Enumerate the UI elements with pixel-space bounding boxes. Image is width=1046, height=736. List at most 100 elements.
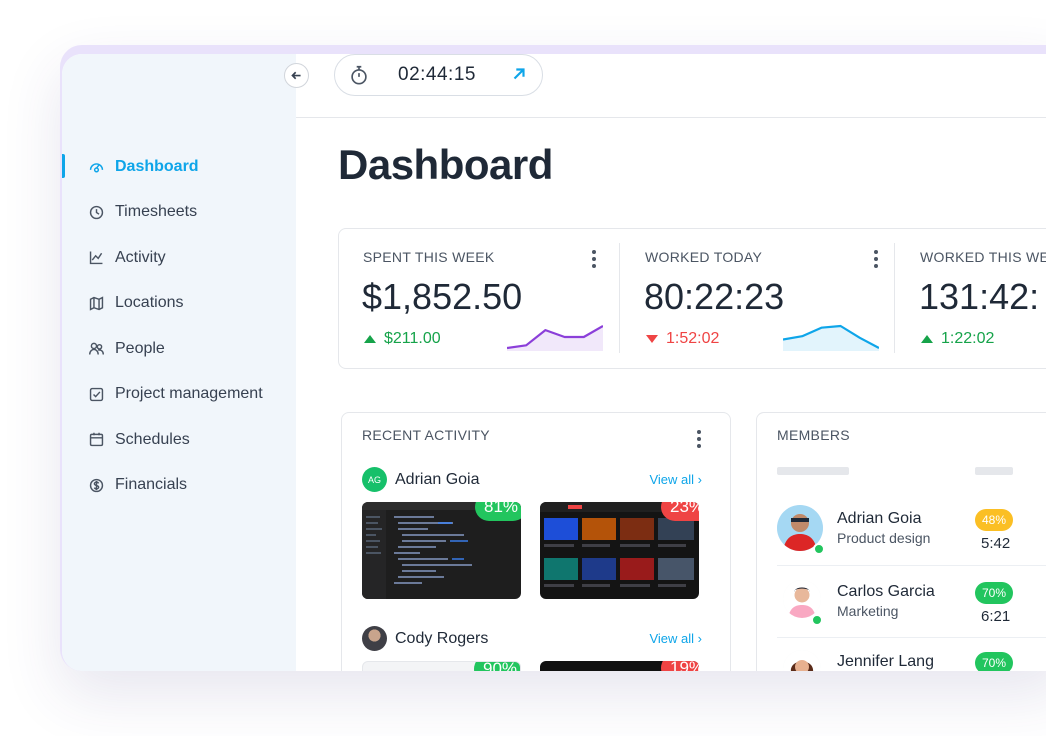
stopwatch-icon — [347, 63, 371, 87]
app-window-frame: Dashboard Timesheets Activity Locations … — [60, 45, 1046, 671]
sidebar-nav: Dashboard Timesheets Activity Locations … — [62, 144, 296, 508]
member-activity-badge: 70% — [975, 652, 1013, 671]
sidebar-item-label: Locations — [115, 294, 184, 312]
member-name: Carlos Garcia — [837, 583, 935, 600]
trend-up-icon — [364, 335, 376, 343]
sidebar-item-people[interactable]: People — [62, 326, 296, 372]
stat-label: WORKED TODAY — [645, 249, 763, 265]
activity-percent-badge: 23% — [661, 502, 699, 521]
stat-delta-value: 1:52:02 — [666, 330, 720, 347]
sidebar-item-timesheets[interactable]: Timesheets — [62, 190, 296, 236]
activity-user-row: Cody Rogers — [362, 626, 488, 651]
stat-value: 131:42: — [919, 276, 1040, 317]
stat-delta: $211.00 — [364, 330, 441, 348]
sidebar-item-locations[interactable]: Locations — [62, 281, 296, 327]
view-all-link[interactable]: View all › — [649, 472, 702, 487]
people-icon — [87, 340, 105, 358]
card-menu-button[interactable] — [692, 427, 706, 451]
activity-screenshot[interactable]: 90% — [362, 661, 521, 671]
member-row[interactable]: Adrian Goia Product design 48% 5:42 — [757, 492, 1046, 564]
checklist-icon — [87, 385, 105, 403]
column-header-placeholder — [777, 467, 849, 475]
trend-down-icon — [646, 335, 658, 343]
activity-screenshot[interactable]: 23% — [540, 502, 699, 599]
activity-percent-badge: 90% — [474, 662, 520, 671]
stat-worked-this-week: WORKED THIS WE 131:42: 1:22:02 — [896, 229, 1046, 368]
member-activity-badge: 70% — [975, 582, 1013, 604]
online-status-dot — [813, 543, 825, 555]
main-content: 02:44:15 Dashboard SPENT THIS WEEK $1,85… — [296, 54, 1046, 671]
sidebar-item-financials[interactable]: Financials — [62, 463, 296, 509]
sparkline-area — [507, 326, 603, 351]
card-title: MEMBERS — [777, 427, 850, 443]
sidebar-item-label: Schedules — [115, 430, 190, 448]
sidebar-item-activity[interactable]: Activity — [62, 235, 296, 281]
dollar-icon — [87, 476, 105, 494]
page-title: Dashboard — [338, 141, 553, 188]
sidebar-item-project-management[interactable]: Project management — [62, 372, 296, 418]
sidebar-item-label: Financials — [115, 476, 188, 494]
stat-spent-this-week: SPENT THIS WEEK $1,852.50 $211.00 — [339, 229, 615, 368]
sidebar-item-schedules[interactable]: Schedules — [62, 417, 296, 463]
stat-delta-value: 1:22:02 — [941, 330, 995, 347]
column-header-placeholder — [975, 467, 1013, 475]
stat-label: WORKED THIS WE — [920, 249, 1046, 265]
clock-icon — [87, 203, 105, 221]
collapse-sidebar-button[interactable] — [284, 63, 309, 88]
member-role: Product design — [837, 530, 931, 546]
dashboard-icon — [87, 158, 105, 176]
sidebar-item-label: Activity — [115, 248, 166, 266]
member-row[interactable]: Carlos Garcia Marketing 70% 6:21 — [757, 565, 1046, 637]
divider — [619, 243, 620, 353]
avatar — [783, 580, 821, 618]
user-name: Adrian Goia — [395, 470, 480, 488]
stat-worked-today: WORKED TODAY 80:22:23 1:52:02 — [621, 229, 897, 368]
avatar: AG — [362, 467, 387, 492]
sparkline-worked-today — [783, 324, 879, 351]
open-timer-icon[interactable] — [510, 65, 530, 85]
activity-screenshot[interactable]: 19% — [540, 661, 699, 671]
sidebar-item-label: People — [115, 339, 165, 357]
view-all-link[interactable]: View all › — [649, 631, 702, 646]
app-window: Dashboard Timesheets Activity Locations … — [62, 54, 1046, 671]
activity-screenshot[interactable]: 81% — [362, 502, 521, 599]
activity-percent-badge: 81% — [475, 502, 521, 521]
avatar — [783, 650, 821, 671]
member-row[interactable]: Jennifer Lang 70% — [757, 635, 1046, 671]
calendar-icon — [87, 431, 105, 449]
sidebar-item-label: Project management — [115, 385, 263, 403]
stats-panel: SPENT THIS WEEK $1,852.50 $211.00 WORKED… — [338, 228, 1046, 369]
stat-menu-button[interactable] — [869, 247, 883, 271]
member-hours: 5:42 — [981, 535, 1011, 552]
map-icon — [87, 294, 105, 312]
timer-widget[interactable]: 02:44:15 — [334, 54, 543, 96]
stat-menu-button[interactable] — [587, 247, 601, 271]
recent-activity-card: RECENT ACTIVITY AG Adrian Goia View all … — [341, 412, 731, 671]
member-role: Marketing — [837, 603, 899, 619]
top-bar: 02:44:15 — [296, 54, 1046, 118]
stat-label: SPENT THIS WEEK — [363, 249, 495, 265]
member-hours: 6:21 — [981, 608, 1011, 625]
divider — [894, 243, 895, 353]
sparkline-area — [783, 326, 879, 351]
stat-value: $1,852.50 — [362, 276, 523, 317]
avatar — [362, 626, 387, 651]
sidebar: Dashboard Timesheets Activity Locations … — [62, 54, 296, 671]
member-activity-badge: 48% — [975, 509, 1013, 531]
sidebar-item-label: Dashboard — [115, 157, 199, 175]
member-name: Jennifer Lang — [837, 653, 934, 670]
sidebar-item-dashboard[interactable]: Dashboard — [62, 144, 296, 190]
stat-delta: 1:52:02 — [646, 330, 719, 348]
members-card: MEMBERS Adrian Goia Product design 48% 5… — [756, 412, 1046, 671]
stat-value: 80:22:23 — [644, 276, 785, 317]
online-status-dot — [811, 614, 823, 626]
stat-delta: 1:22:02 — [921, 330, 994, 348]
activity-percent-badge: 19% — [661, 661, 699, 671]
trend-up-icon — [921, 335, 933, 343]
stat-delta-value: $211.00 — [384, 330, 441, 347]
activity-chart-icon — [87, 249, 105, 267]
sidebar-item-label: Timesheets — [115, 203, 198, 221]
card-title: RECENT ACTIVITY — [362, 427, 490, 443]
arrow-left-icon — [291, 71, 301, 80]
member-name: Adrian Goia — [837, 510, 922, 527]
